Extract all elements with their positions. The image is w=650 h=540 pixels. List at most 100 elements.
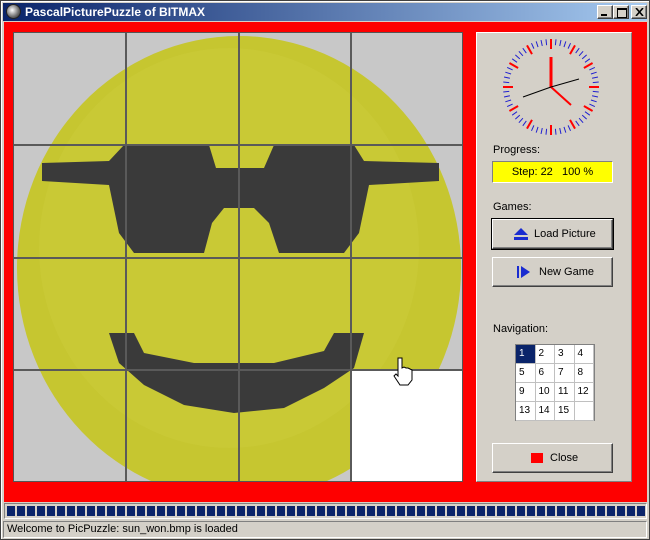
progress-segment [567,506,575,516]
progress-segment [337,506,345,516]
empty-tile[interactable] [351,370,463,482]
title-bar[interactable]: PascalPicturePuzzle of BITMAX [3,3,647,21]
nav-cell[interactable]: 5 [516,364,536,383]
progress-segment [117,506,125,516]
navigation-grid[interactable]: 1 2 3 4 5 6 7 8 9 10 11 12 13 14 15 [515,344,595,421]
progress-segment [167,506,175,516]
progress-segment [277,506,285,516]
progress-segment [427,506,435,516]
progress-segment [247,506,255,516]
progress-segment [497,506,505,516]
close-button[interactable]: Close [492,443,613,473]
progress-segment [537,506,545,516]
nav-cell[interactable]: 1 [516,345,536,364]
progress-segment [617,506,625,516]
progress-segment [407,506,415,516]
load-picture-label: Load Picture [534,228,596,240]
progress-segment [17,506,25,516]
progress-segment [487,506,495,516]
nav-cell[interactable]: 7 [555,364,575,383]
progress-segment [87,506,95,516]
maximize-button[interactable] [613,5,629,19]
progress-segment [547,506,555,516]
progress-segment [7,506,15,516]
navigation-label: Navigation: [493,323,549,335]
progress-segment [67,506,75,516]
progress-segment [607,506,615,516]
progress-segment [377,506,385,516]
progress-segment [157,506,165,516]
window-title: PascalPicturePuzzle of BITMAX [25,5,206,19]
nav-cell[interactable]: 13 [516,402,536,421]
progress-segment [527,506,535,516]
progress-segment [187,506,195,516]
close-label: Close [550,452,579,464]
progress-segment [127,506,135,516]
progress-segment [457,506,465,516]
minimize-button[interactable] [597,5,613,19]
progress-segment [397,506,405,516]
progress-segment [627,506,635,516]
games-label: Games: [493,201,532,213]
nav-cell[interactable]: 6 [535,364,555,383]
progress-segment [177,506,185,516]
nav-cell[interactable]: 12 [574,383,594,402]
nav-cell-empty[interactable] [574,402,594,421]
progress-bar [4,503,647,519]
progress-label: Progress: [493,144,541,156]
app-window: PascalPicturePuzzle of BITMAX Progress: … [0,0,650,540]
new-game-button[interactable]: New Game [492,257,613,287]
progress-segment [57,506,65,516]
progress-segment [27,506,35,516]
progress-segment [447,506,455,516]
progress-segment [557,506,565,516]
progress-segment [287,506,295,516]
progress-segment [367,506,375,516]
progress-segment [637,506,645,516]
progress-segment [137,506,145,516]
eject-icon [514,228,528,240]
progress-segment [37,506,45,516]
progress-segment [47,506,55,516]
nav-cell[interactable]: 4 [574,345,594,364]
progress-segment [147,506,155,516]
clock-icon [503,39,599,135]
close-x-icon [635,8,644,16]
nav-cell[interactable]: 8 [574,364,594,383]
progress-segment [467,506,475,516]
play-next-icon [517,266,530,278]
new-game-label: New Game [539,266,595,278]
progress-segment [77,506,85,516]
progress-segment [217,506,225,516]
red-square-icon [531,453,543,463]
progress-segment [517,506,525,516]
progress-segment [237,506,245,516]
progress-segment [477,506,485,516]
nav-cell[interactable]: 2 [535,345,555,364]
progress-segment [507,506,515,516]
nav-cell[interactable]: 10 [535,383,555,402]
puzzle-board[interactable] [13,32,463,482]
progress-segment [207,506,215,516]
progress-segment [297,506,305,516]
progress-segment [257,506,265,516]
progress-segment [587,506,595,516]
nav-cell[interactable]: 3 [555,345,575,364]
progress-value: Step: 22 100 % [492,161,613,183]
app-icon[interactable] [6,4,21,19]
progress-segment [197,506,205,516]
progress-segment [577,506,585,516]
nav-cell[interactable]: 14 [535,402,555,421]
progress-segment [597,506,605,516]
load-picture-button[interactable]: Load Picture [491,218,614,250]
progress-segment [227,506,235,516]
close-window-button[interactable] [631,5,647,19]
progress-segment [347,506,355,516]
nav-cell[interactable]: 9 [516,383,536,402]
progress-segment [437,506,445,516]
progress-segment [307,506,315,516]
progress-segment [107,506,115,516]
nav-cell[interactable]: 11 [555,383,575,402]
nav-cell[interactable]: 15 [555,402,575,421]
progress-segment [387,506,395,516]
